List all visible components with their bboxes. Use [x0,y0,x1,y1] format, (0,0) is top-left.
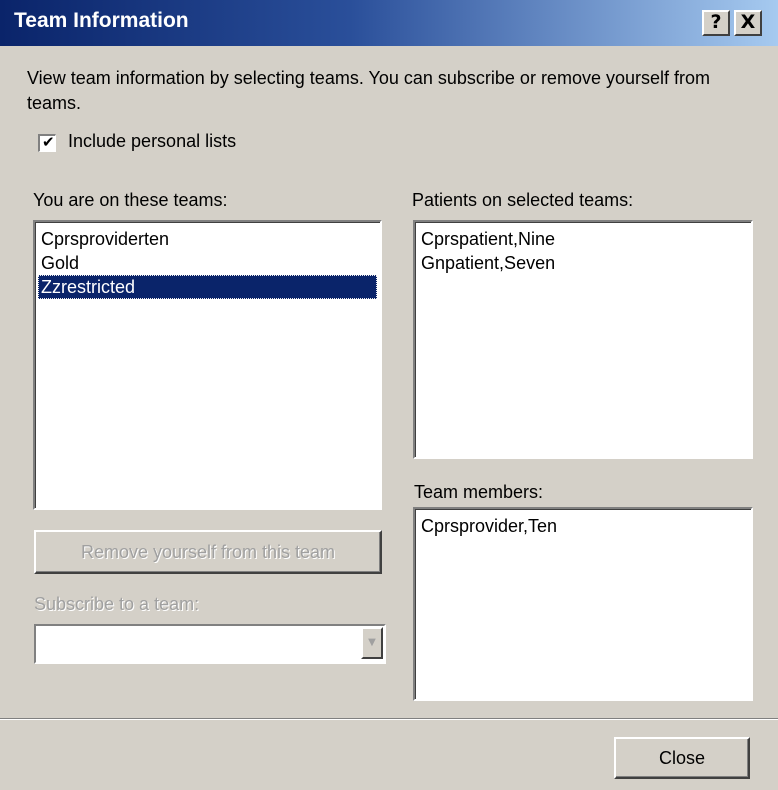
list-item[interactable]: Cprsprovider,Ten [418,514,748,538]
checkmark-icon: ✔ [42,133,55,151]
close-button[interactable]: Close [614,737,750,779]
title-bar[interactable]: Team Information ? X [0,0,778,46]
list-item[interactable]: Gnpatient,Seven [418,251,748,275]
team-information-dialog: Team Information ? X View team informati… [0,0,778,790]
patients-label: Patients on selected teams: [412,190,634,210]
patients-listbox[interactable]: Cprspatient,Nine Gnpatient,Seven [413,220,753,459]
intro-text: View team information by selecting teams… [27,68,710,113]
list-item[interactable]: Cprspatient,Nine [418,227,748,251]
list-item[interactable]: Cprsproviderten [38,227,377,251]
teams-listbox[interactable]: Cprsproviderten Gold Zzrestricted [33,220,382,510]
checkbox-label: Include personal lists [68,131,237,151]
team-members-listbox[interactable]: Cprsprovider,Ten [413,507,753,701]
separator [0,718,778,720]
help-button[interactable]: ? [702,10,730,36]
checkbox-box[interactable]: ✔ [38,133,56,152]
list-item[interactable]: Gold [38,251,377,275]
window-title: Team Information [14,9,189,32]
subscribe-label: Subscribe to a team: [34,594,200,614]
close-window-button[interactable]: X [734,10,762,36]
team-members-label: Team members: [414,482,544,502]
dropdown-arrow-icon[interactable]: ▼ [361,627,383,659]
subscribe-combobox[interactable]: ▼ [34,624,386,664]
teams-label: You are on these teams: [33,190,228,210]
list-item-selected[interactable]: Zzrestricted [38,275,377,299]
remove-from-team-button[interactable]: Remove yourself from this team [34,530,382,574]
